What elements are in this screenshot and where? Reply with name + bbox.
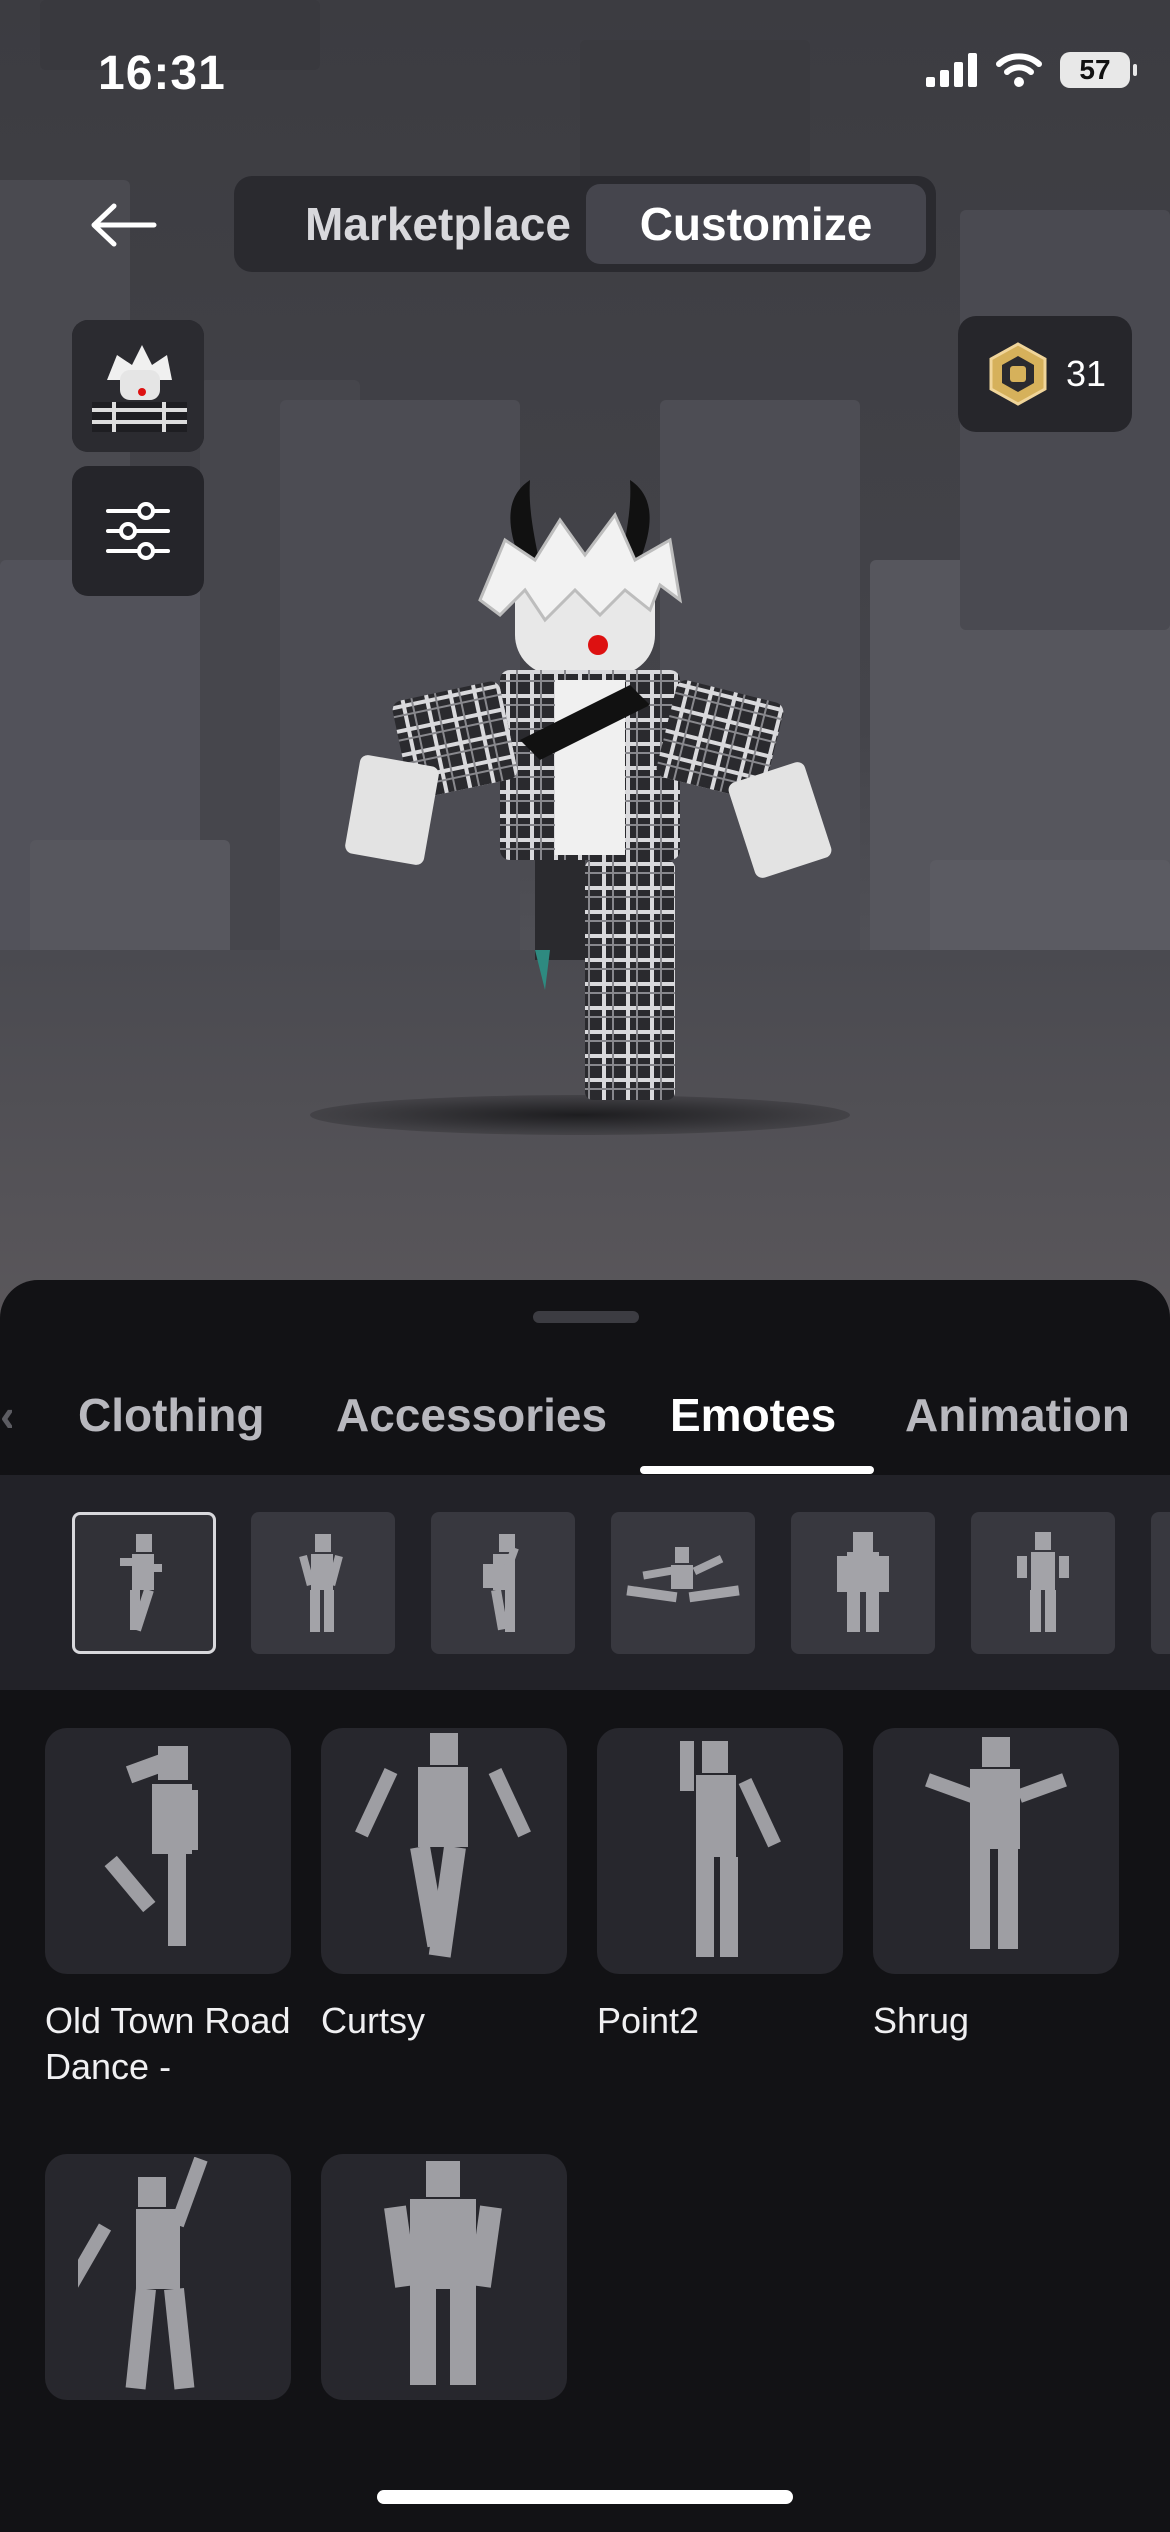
emote-card-curtsy[interactable] — [321, 1728, 567, 1974]
tab-emotes[interactable]: Emotes — [670, 1388, 836, 1442]
tab-accessories[interactable]: Accessories — [336, 1388, 607, 1442]
emote-figure-icon — [384, 2161, 502, 2385]
emote-card-shrug[interactable] — [873, 1728, 1119, 1974]
signal-icon — [926, 53, 977, 87]
tab-customize[interactable]: Customize — [586, 184, 926, 264]
mode-segmented-control: Marketplace Customize — [234, 176, 936, 272]
wifi-icon — [996, 53, 1042, 87]
emote-slot[interactable] — [971, 1512, 1115, 1654]
sliders-icon — [106, 502, 170, 560]
emote-figure-icon — [837, 1532, 889, 1632]
emote-figure-icon — [626, 1547, 740, 1603]
emote-card-point2[interactable] — [597, 1728, 843, 1974]
battery-icon: 57 — [1060, 52, 1137, 88]
emote-figure-icon — [78, 2157, 208, 2390]
emote-slot[interactable] — [611, 1512, 755, 1654]
sheet-drag-handle[interactable] — [533, 1311, 639, 1323]
back-button[interactable] — [78, 190, 168, 260]
active-tab-indicator — [640, 1466, 874, 1474]
settings-sliders-button[interactable] — [72, 466, 204, 596]
emote-label: Old Town Road Dance - — [45, 2000, 291, 2087]
tab-overflow-left: ‹ — [0, 1388, 12, 1442]
tab-marketplace[interactable]: Marketplace — [248, 184, 628, 264]
emote-card[interactable] — [321, 2154, 567, 2400]
category-tabs: ‹ Clothing Accessories Emotes Animation — [0, 1360, 1170, 1476]
tab-animation[interactable]: Animation — [905, 1388, 1130, 1442]
emote-label: Point2 — [597, 2000, 700, 2041]
avatar-thumbnail — [72, 320, 204, 452]
emote-label: Shrug — [873, 2000, 970, 2041]
emote-card-old-town-road[interactable] — [45, 1728, 291, 1974]
emote-figure-icon — [120, 1534, 162, 1632]
robux-icon — [989, 342, 1047, 406]
avatar[interactable] — [330, 470, 840, 1130]
emote-figure-icon — [680, 1741, 781, 1957]
emote-figure-icon — [483, 1534, 519, 1632]
emote-slots-strip[interactable] — [0, 1475, 1170, 1690]
emote-figure-icon — [925, 1737, 1067, 1949]
emote-figure-icon — [355, 1733, 531, 1958]
emote-card[interactable] — [45, 2154, 291, 2400]
status-time: 16:31 — [98, 47, 226, 100]
emote-figure-icon — [104, 1746, 198, 1946]
emote-slot[interactable] — [791, 1512, 935, 1654]
robux-amount: 31 — [1066, 353, 1107, 394]
home-indicator — [377, 2490, 793, 2504]
tab-clothing[interactable]: Clothing — [78, 1388, 265, 1442]
emote-slot[interactable] — [72, 1512, 216, 1654]
status-icons: 57 — [926, 52, 1137, 88]
emote-label: Curtsy — [321, 2000, 426, 2041]
emote-figure-icon — [299, 1534, 343, 1632]
emote-slot[interactable] — [251, 1512, 395, 1654]
avatar-thumbnail-button[interactable] — [72, 320, 204, 452]
emote-slot-overflow[interactable] — [1151, 1512, 1170, 1654]
robux-balance-button[interactable]: 31 — [958, 316, 1132, 432]
bg-block — [580, 40, 810, 190]
arrow-left-icon — [91, 203, 157, 247]
emote-figure-icon — [1017, 1532, 1069, 1632]
emote-slot[interactable] — [431, 1512, 575, 1654]
